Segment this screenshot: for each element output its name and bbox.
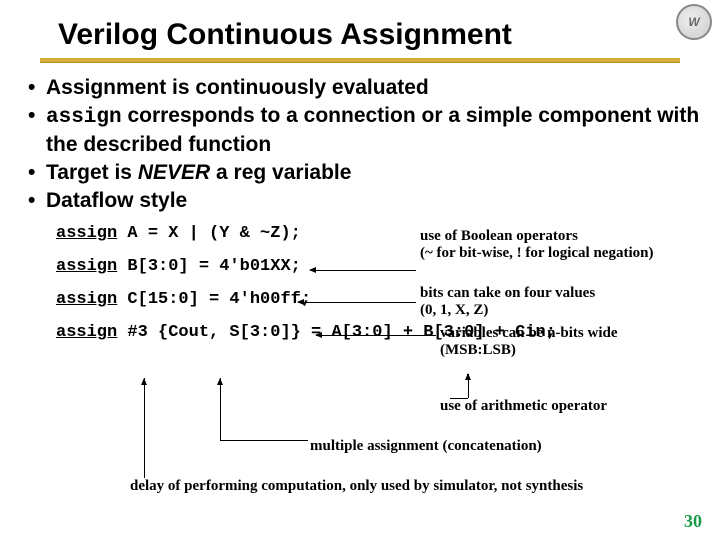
- bullet-list: Assignment is continuously evaluated ass…: [18, 75, 702, 214]
- arrow-bits: [298, 302, 416, 303]
- bullet-2: assign corresponds to a connection or a …: [46, 103, 702, 158]
- code-line-3: assign C[15:0] = 4'h00ff;: [56, 290, 702, 309]
- arrow-delay-v: [144, 378, 145, 478]
- arrow-concat-head: [217, 378, 223, 385]
- annot-bits: bits can take on four values (0, 1, X, Z…: [420, 285, 595, 320]
- annot-boolean: use of Boolean operators (~ for bit-wise…: [420, 228, 653, 263]
- page-number: 30: [684, 511, 702, 532]
- logo-seal: W: [676, 4, 712, 40]
- annot-arith: use of arithmetic operator: [440, 398, 607, 415]
- arrow-nbits: [316, 335, 436, 336]
- arrow-arith-h: [450, 398, 468, 399]
- bullet-4: Dataflow style: [46, 188, 702, 214]
- arrow-delay-head: [141, 378, 147, 385]
- annot-delay: delay of performing computation, only us…: [130, 478, 583, 495]
- logo-glyph: W: [688, 15, 699, 29]
- bullet-1: Assignment is continuously evaluated: [46, 75, 702, 101]
- arrow-arith-head: [467, 374, 468, 375]
- arrow-concat-v: [220, 378, 221, 440]
- annot-nbits: variables can be n-bits wide (MSB:LSB): [440, 325, 618, 360]
- arrow-concat-h: [220, 440, 308, 441]
- annot-concat: multiple assignment (concatenation): [310, 438, 542, 455]
- slide-title: Verilog Continuous Assignment: [0, 0, 720, 58]
- content: Assignment is continuously evaluated ass…: [0, 63, 720, 342]
- bullet-3: Target is NEVER a reg variable: [46, 160, 702, 186]
- arrow-boolean: [310, 270, 416, 271]
